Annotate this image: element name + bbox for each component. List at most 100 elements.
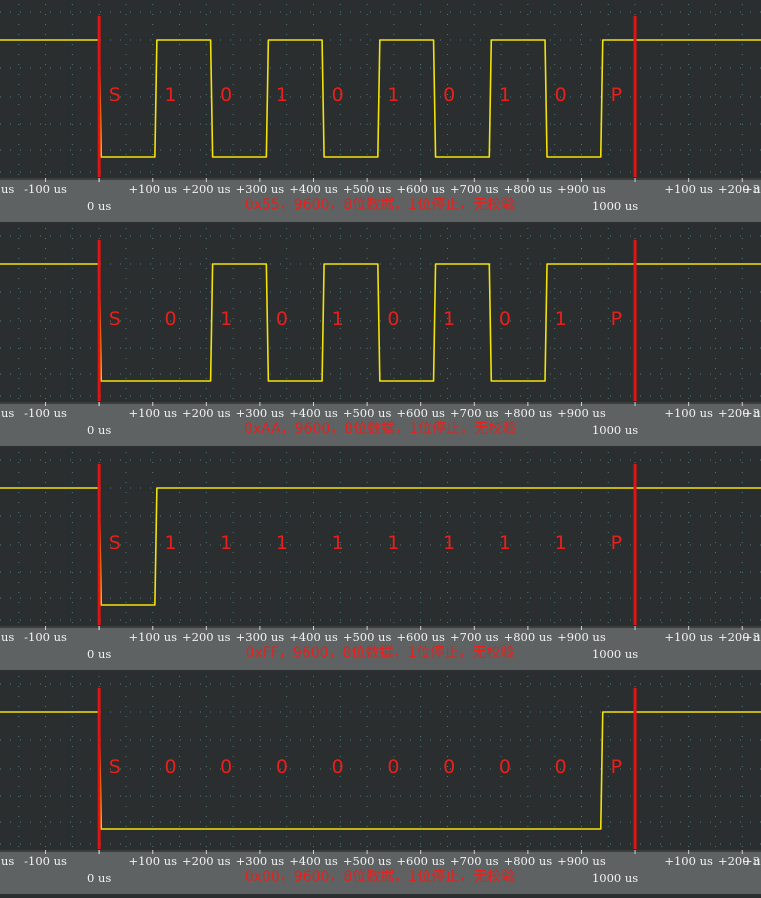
bit-label: 0 [443,84,455,106]
tick-label: +100 us [128,854,177,868]
bit-label: 0 [387,308,399,330]
axis-band-edge [0,850,761,852]
tick-label-end: 1000 us [592,199,638,213]
tick-label: +800 us [504,406,553,420]
tick-label: -100 us [24,406,67,420]
bit-label: P [611,84,622,106]
tick-label: +400 us [289,406,338,420]
tick-label: +100 us [128,406,177,420]
bit-label: 0 [276,308,288,330]
tick-label: +200 us [182,182,231,196]
scope-panel: S 0 1 0 1 0 1 0 1 Pus -100 us +100 us +200 us +300 us… [0,224,761,448]
tick-label: +500 us [343,854,392,868]
tick-label-zero: 0 us [87,199,111,213]
tick-label: +300 us [236,406,285,420]
tick-label: +100 us [128,630,177,644]
tick-label: +3 [743,630,760,644]
bit-label: 1 [499,84,511,106]
bit-label: 1 [443,532,455,554]
bit-label: 1 [164,532,176,554]
bit-label: 0 [164,308,176,330]
tick-label: +3 [743,182,760,196]
tick-label: +600 us [396,854,445,868]
tick-label: +200 us [182,630,231,644]
oscilloscope-stack: S 1 0 1 0 1 0 1 0 Pus -100 us +100 us +200 us +300 us… [0,0,761,898]
bit-label: S [109,84,121,106]
bit-label: P [611,308,622,330]
bit-label: 1 [555,308,567,330]
bit-label: 1 [332,532,344,554]
tick-label: +200 us [182,406,231,420]
bit-label: S [109,756,121,778]
bit-label: 0 [220,84,232,106]
axis-band-edge [0,626,761,628]
scope-chart: S 0 0 0 0 0 0 0 0 Pus -100 us +100 us +200 us +300 us… [0,672,761,894]
axis-band-edge [0,402,761,404]
tick-label: +300 us [236,630,285,644]
scope-chart: S 1 1 1 1 1 1 1 1 Pus -100 us +100 us +200 us +300 us… [0,448,761,670]
bit-label: S [109,532,121,554]
bit-label: 0 [443,756,455,778]
bit-label: 0 [332,84,344,106]
tick-label: +800 us [504,182,553,196]
tick-label: +500 us [343,630,392,644]
bit-label: 1 [220,308,232,330]
scope-panel: S 0 0 0 0 0 0 0 0 Pus -100 us +100 us +200 us +300 us… [0,672,761,896]
tick-label: +700 us [450,854,499,868]
tick-label: +200 us [182,854,231,868]
bit-label: 0 [499,756,511,778]
tick-label: us [1,406,14,420]
scope-chart: S 0 1 0 1 0 1 0 1 Pus -100 us +100 us +200 us +300 us… [0,224,761,446]
tick-label: +100 us [664,406,713,420]
chart-caption: 0xAA，9600，8位数据，1位停止，无校验 [244,420,516,437]
tick-label: +300 us [236,854,285,868]
tick-label-zero: 0 us [87,423,111,437]
tick-label: +500 us [343,182,392,196]
tick-label: +700 us [450,630,499,644]
tick-label: -100 us [24,182,67,196]
bit-label: 0 [164,756,176,778]
tick-label: us [1,854,14,868]
tick-label: +900 us [557,182,606,196]
tick-label: +400 us [289,630,338,644]
bit-label: 0 [276,756,288,778]
bit-label: 0 [387,756,399,778]
tick-label: +300 us [236,182,285,196]
bit-label: 1 [387,84,399,106]
bit-label: 1 [332,308,344,330]
tick-label: -100 us [24,854,67,868]
chart-caption: 0x55，9600，8位数据，1位停止，无校验 [245,196,515,213]
bit-label: 1 [499,532,511,554]
tick-label: +800 us [504,630,553,644]
tick-label: +400 us [289,854,338,868]
tick-label: +800 us [504,854,553,868]
bit-label: 1 [276,84,288,106]
bit-label: 1 [555,532,567,554]
tick-label: +700 us [450,182,499,196]
tick-label-zero: 0 us [87,871,111,885]
axis-band-edge [0,178,761,180]
tick-label: +500 us [343,406,392,420]
bit-label: 1 [443,308,455,330]
tick-label: -100 us [24,630,67,644]
tick-label: +3 [743,406,760,420]
bit-label: 0 [555,756,567,778]
tick-label: +700 us [450,406,499,420]
tick-label: +900 us [557,406,606,420]
bit-label: 0 [555,84,567,106]
tick-label-end: 1000 us [592,871,638,885]
bit-label: P [611,756,622,778]
tick-label: +900 us [557,630,606,644]
bit-label: 0 [220,756,232,778]
bit-label: 1 [220,532,232,554]
tick-label: +3 [743,854,760,868]
tick-label-end: 1000 us [592,423,638,437]
bit-label: 1 [164,84,176,106]
bit-label: 0 [499,308,511,330]
chart-caption: 0xFF，9600，8位数据，1位停止，无校验 [246,644,515,661]
bit-label: P [611,532,622,554]
tick-label-zero: 0 us [87,647,111,661]
tick-label: us [1,630,14,644]
tick-label: +600 us [396,406,445,420]
tick-label: +900 us [557,854,606,868]
